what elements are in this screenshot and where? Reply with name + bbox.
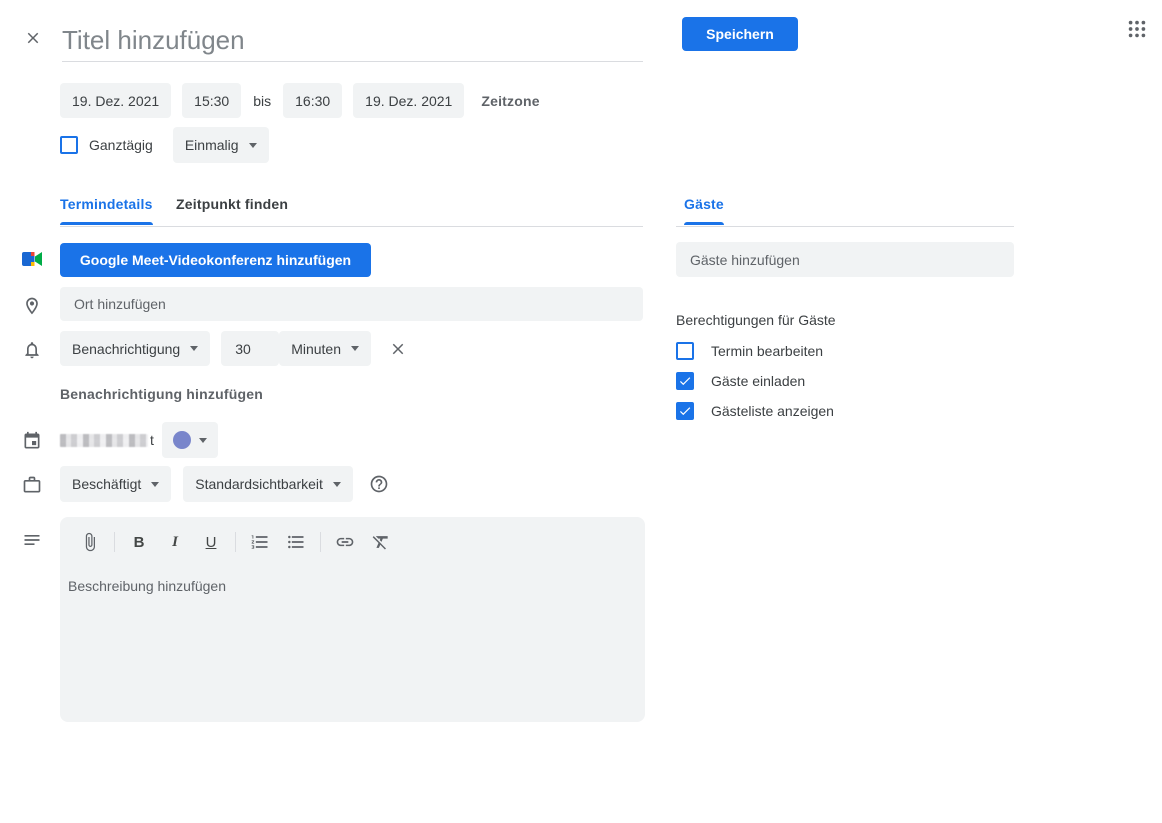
toolbar-separator	[320, 532, 321, 552]
chevron-down-icon	[151, 481, 160, 487]
bold-button[interactable]: B	[127, 530, 151, 554]
notification-type-value: Benachrichtigung	[72, 340, 181, 357]
add-notification-button[interactable]: Benachrichtigung hinzufügen	[60, 386, 263, 402]
modify-event-checkbox[interactable]	[676, 342, 694, 360]
calendar-icon	[20, 429, 44, 453]
right-tab-bar: Gäste	[676, 196, 1014, 227]
clear-formatting-icon[interactable]	[369, 530, 393, 554]
notification-amount-input[interactable]	[221, 331, 280, 366]
until-label: bis	[253, 92, 272, 109]
all-day-checkbox[interactable]	[60, 136, 78, 154]
invite-others-checkbox[interactable]	[676, 372, 694, 390]
start-date-chip[interactable]: 19. Dez. 2021	[60, 83, 172, 118]
timezone-button[interactable]: Zeitzone	[481, 93, 539, 109]
left-tab-bar: Termindetails Zeitpunkt finden	[60, 196, 643, 227]
description-toolbar: B I U	[78, 528, 645, 556]
all-day-label: Ganztägig	[89, 137, 153, 153]
chevron-down-icon	[248, 142, 257, 148]
insert-link-icon[interactable]	[333, 530, 357, 554]
apps-grid-icon[interactable]	[1126, 18, 1148, 40]
notification-row: Benachrichtigung Minuten	[60, 331, 408, 366]
toolbar-separator	[235, 532, 236, 552]
remove-notification-icon[interactable]	[388, 339, 408, 359]
event-color-dropdown[interactable]	[161, 422, 218, 458]
options-row: Ganztägig Einmalig	[60, 127, 269, 163]
permission-label: Gästeliste anzeigen	[711, 403, 834, 419]
save-button[interactable]: Speichern	[682, 17, 798, 51]
start-time-chip[interactable]: 15:30	[182, 83, 242, 118]
tab-find-time[interactable]: Zeitpunkt finden	[176, 196, 288, 225]
recurrence-dropdown[interactable]: Einmalig	[172, 127, 269, 163]
permission-row-invite: Gäste einladen	[676, 372, 805, 390]
bulleted-list-icon[interactable]	[284, 530, 308, 554]
guest-permissions-title: Berechtigungen für Gäste	[676, 312, 836, 328]
title-input[interactable]	[62, 20, 643, 62]
attachment-icon[interactable]	[78, 530, 102, 554]
visibility-value: Standardsichtbarkeit	[195, 476, 323, 492]
guests-input[interactable]	[676, 242, 1014, 277]
google-meet-icon	[20, 247, 44, 271]
description-placeholder[interactable]: Beschreibung hinzufügen	[68, 578, 645, 594]
location-pin-icon	[20, 294, 44, 318]
add-meet-button[interactable]: Google Meet-Videokonferenz hinzufügen	[60, 243, 371, 277]
datetime-row: 19. Dez. 2021 15:30 bis 16:30 19. Dez. 2…	[60, 83, 540, 118]
chevron-down-icon	[332, 481, 341, 487]
italic-button[interactable]: I	[163, 530, 187, 554]
notes-icon	[20, 528, 44, 552]
permission-row-see-guestlist: Gästeliste anzeigen	[676, 402, 834, 420]
chevron-down-icon	[351, 346, 359, 351]
recurrence-value: Einmalig	[184, 137, 239, 153]
toolbar-separator	[114, 532, 115, 552]
numbered-list-icon[interactable]	[248, 530, 272, 554]
busy-status-value: Beschäftigt	[72, 476, 142, 492]
event-editor: Speichern 19. Dez. 2021 15:30 bis 16:30 …	[0, 0, 1162, 823]
calendar-owner-suffix: t	[150, 432, 154, 448]
underline-button[interactable]: U	[199, 530, 223, 554]
location-input[interactable]	[60, 287, 643, 321]
calendar-row: t	[60, 422, 218, 458]
chevron-down-icon	[198, 437, 207, 443]
notification-unit-dropdown[interactable]: Minuten	[279, 331, 371, 366]
tab-guests[interactable]: Gäste	[684, 196, 724, 225]
see-guest-list-checkbox[interactable]	[676, 402, 694, 420]
bell-icon	[20, 338, 44, 362]
calendar-owner-redacted	[60, 433, 148, 447]
visibility-row: Beschäftigt Standardsichtbarkeit	[60, 466, 389, 502]
notification-type-dropdown[interactable]: Benachrichtigung	[60, 331, 211, 366]
event-color-dot	[172, 431, 191, 449]
permission-label: Gäste einladen	[711, 373, 806, 389]
notification-unit-value: Minuten	[291, 340, 341, 357]
chevron-down-icon	[190, 346, 199, 351]
tab-event-details[interactable]: Termindetails	[60, 196, 153, 225]
permission-row-modify: Termin bearbeiten	[676, 342, 823, 360]
busy-status-dropdown[interactable]: Beschäftigt	[60, 466, 172, 502]
description-area[interactable]: B I U Beschreibung hinzufügen	[60, 517, 645, 722]
end-time-chip[interactable]: 16:30	[283, 83, 343, 118]
help-icon[interactable]	[369, 474, 389, 494]
permission-label: Termin bearbeiten	[711, 343, 824, 359]
visibility-dropdown[interactable]: Standardsichtbarkeit	[183, 466, 353, 502]
close-icon[interactable]	[22, 27, 44, 49]
briefcase-icon	[20, 473, 44, 497]
end-date-chip[interactable]: 19. Dez. 2021	[353, 83, 465, 118]
